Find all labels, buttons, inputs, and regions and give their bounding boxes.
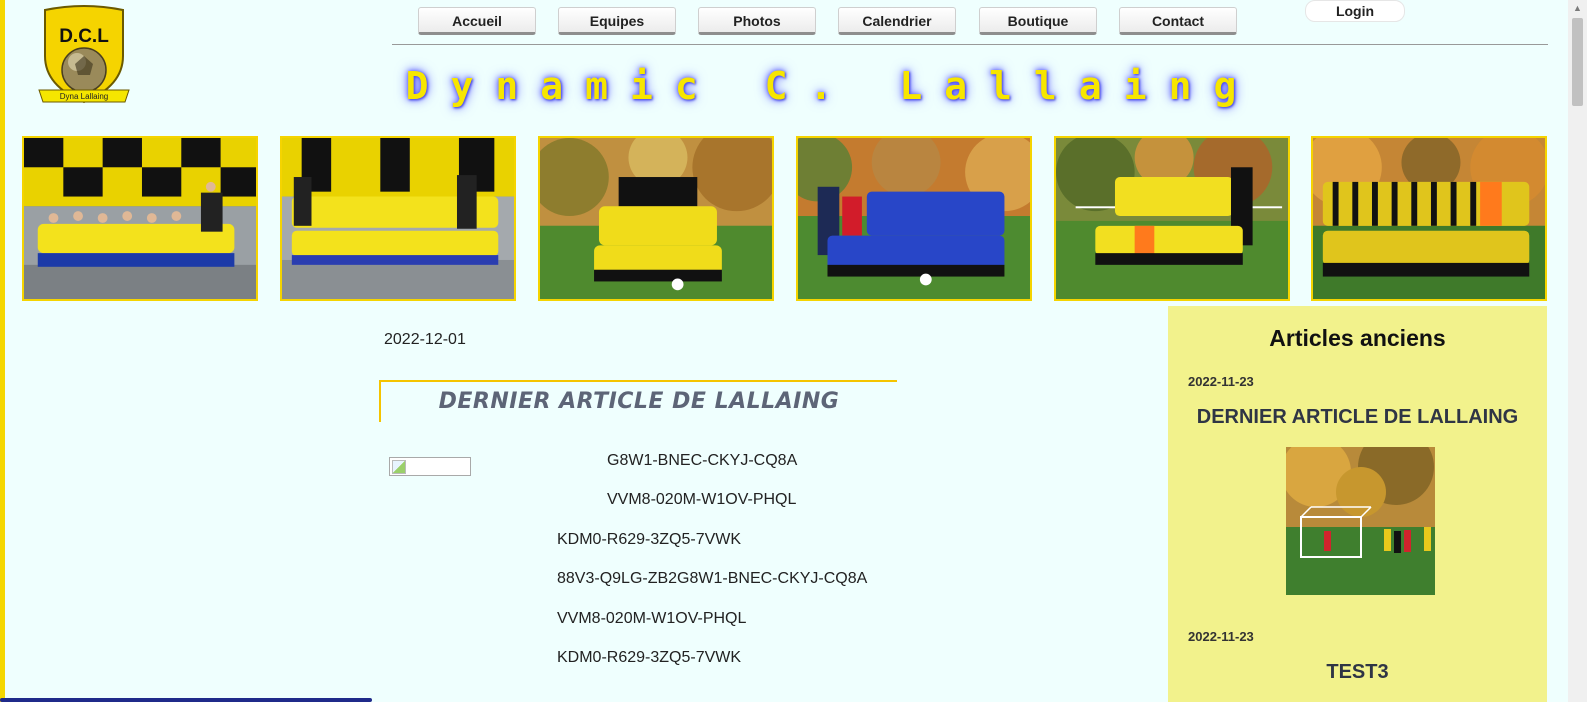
sidebar-article-date: 2022-11-23 <box>1188 374 1254 389</box>
team-photo[interactable] <box>1054 136 1290 301</box>
team-photo[interactable] <box>796 136 1032 301</box>
nav-equipes-button[interactable]: Equipes <box>558 7 676 35</box>
scrollbar-thumb[interactable] <box>1572 18 1583 106</box>
team-photo[interactable] <box>280 136 516 301</box>
article-title[interactable]: DERNIER ARTICLE DE LALLAING <box>379 389 899 414</box>
nav-photos-button[interactable]: Photos <box>698 7 816 35</box>
club-logo[interactable]: D.C.L Dyna Lallaing <box>37 4 131 110</box>
sidebar-article-thumbnail[interactable] <box>1286 447 1435 595</box>
article-line: G8W1-BNEC-CKYJ-CQ8A <box>607 452 798 469</box>
sidebar-article-title[interactable]: TEST3 <box>1168 661 1547 684</box>
article-line: VVM8-020M-W1OV-PHQL <box>607 491 797 508</box>
article-line: 88V3-Q9LG-ZB2G8W1-BNEC-CKYJ-CQ8A <box>557 570 868 587</box>
nav-calendrier-button[interactable]: Calendrier <box>838 7 956 35</box>
sidebar-article-date: 2022-11-23 <box>1188 629 1254 644</box>
scroll-up-icon[interactable]: ▲ <box>1568 0 1587 17</box>
vertical-scrollbar[interactable]: ▲ <box>1568 0 1587 702</box>
nav-boutique-button[interactable]: Boutique <box>979 7 1097 35</box>
broken-image-placeholder <box>389 457 471 476</box>
nav-divider <box>392 44 1548 45</box>
sidebar-title: Articles anciens <box>1269 325 1446 351</box>
nav-accueil-button[interactable]: Accueil <box>418 7 536 35</box>
login-button[interactable]: Login <box>1305 0 1405 22</box>
article-line: KDM0-R629-3ZQ5-7VWK <box>557 649 742 666</box>
article-line: VVM8-020M-W1OV-PHQL <box>557 610 747 627</box>
logo-banner: Dyna Lallaing <box>60 92 108 101</box>
nav-contact-button[interactable]: Contact <box>1119 7 1237 35</box>
sidebar-article-title[interactable]: DERNIER ARTICLE DE LALLAING <box>1168 406 1547 429</box>
logo-letters: D.C.L <box>59 26 109 47</box>
article-date: 2022-12-01 <box>384 331 466 348</box>
article-line: KDM0-R629-3ZQ5-7VWK <box>557 531 742 548</box>
team-photo[interactable] <box>1311 136 1547 301</box>
team-photo[interactable] <box>22 136 258 301</box>
page-left-border <box>0 0 5 702</box>
site-title: Dynamic C. Lallaing <box>405 64 1259 108</box>
bottom-progress-bar <box>0 698 372 702</box>
old-articles-sidebar: Articles anciens 2022-11-23 DERNIER ARTI… <box>1168 306 1547 702</box>
team-photo[interactable] <box>538 136 774 301</box>
